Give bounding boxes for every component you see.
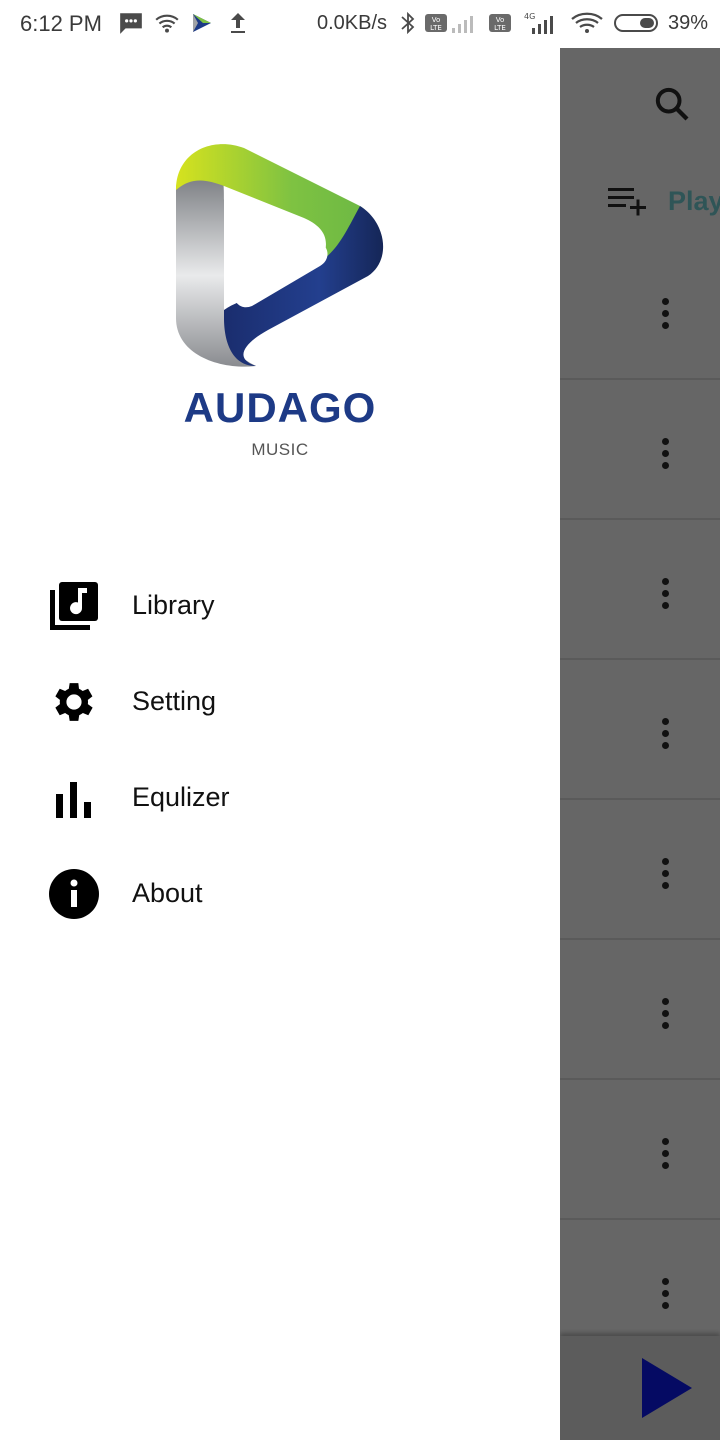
playlist-tab-label: Play: [668, 186, 720, 216]
wifi-icon: [571, 12, 603, 33]
more-vert-icon: [662, 858, 670, 894]
play-icon: [642, 1358, 692, 1418]
audago-logo-icon: [176, 144, 384, 367]
svg-text:Vo: Vo: [496, 16, 505, 24]
more-vert-icon: [662, 718, 670, 754]
signal-icon: [452, 16, 473, 33]
status-bar: 6:12 PM 0.0KB/s Vo LTE Vo LTE 4G 39%: [0, 0, 720, 48]
more-vert-icon: [662, 438, 670, 474]
menu-label-library: Library: [132, 590, 215, 620]
menu-label-equalizer: Equlizer: [132, 782, 230, 812]
list-item: [560, 940, 720, 1080]
list-item: [560, 380, 720, 520]
info-icon: [49, 869, 99, 919]
list-item: [560, 240, 720, 380]
list-item: [560, 1080, 720, 1220]
menu-label-setting: Setting: [132, 686, 217, 716]
svg-text:LTE: LTE: [494, 24, 506, 32]
equalizer-icon: [56, 782, 91, 818]
battery-percent: 39%: [668, 12, 709, 34]
mini-player-bar: [560, 1336, 720, 1440]
menu-item-about[interactable]: About: [0, 845, 560, 941]
volte-4g-icon: Vo LTE: [489, 14, 511, 32]
more-vert-icon: [662, 1278, 670, 1314]
status-time: 6:12 PM: [20, 11, 102, 36]
menu-item-equalizer[interactable]: Equlizer: [0, 749, 560, 845]
bluetooth-icon: [401, 11, 415, 35]
svg-text:Vo: Vo: [432, 16, 441, 24]
menu-item-library[interactable]: Library: [0, 557, 560, 653]
signal-4g-icon: 4G: [524, 12, 553, 34]
brand-name: AUDAGO: [183, 384, 377, 431]
menu-label-about: About: [132, 878, 203, 908]
more-vert-icon: [662, 998, 670, 1034]
navigation-drawer: AUDAGO MUSIC Library Setting Equlizer Ab…: [0, 48, 560, 1440]
volte-icon: Vo LTE: [425, 14, 447, 32]
brand-subtitle: MUSIC: [251, 440, 309, 459]
more-vert-icon: [662, 298, 670, 334]
svg-text:LTE: LTE: [430, 24, 442, 32]
more-vert-icon: [662, 1138, 670, 1174]
audago-app-icon: [193, 14, 211, 32]
message-icon: [120, 13, 142, 34]
list-item: [560, 520, 720, 660]
gear-icon: [55, 683, 93, 721]
battery-icon: [614, 14, 658, 32]
more-vert-icon: [662, 578, 670, 614]
upload-icon: [231, 13, 245, 33]
network-speed: 0.0KB/s: [317, 12, 388, 34]
wifi-hotspot-icon: [155, 14, 179, 33]
background-app-content: Play: [560, 48, 720, 1440]
playlist-add-icon: [608, 188, 646, 216]
search-icon: [655, 87, 689, 121]
menu-item-setting[interactable]: Setting: [0, 653, 560, 749]
library-music-icon: [50, 582, 98, 630]
svg-text:4G: 4G: [524, 12, 535, 21]
list-item: [560, 800, 720, 940]
list-item: [560, 660, 720, 800]
